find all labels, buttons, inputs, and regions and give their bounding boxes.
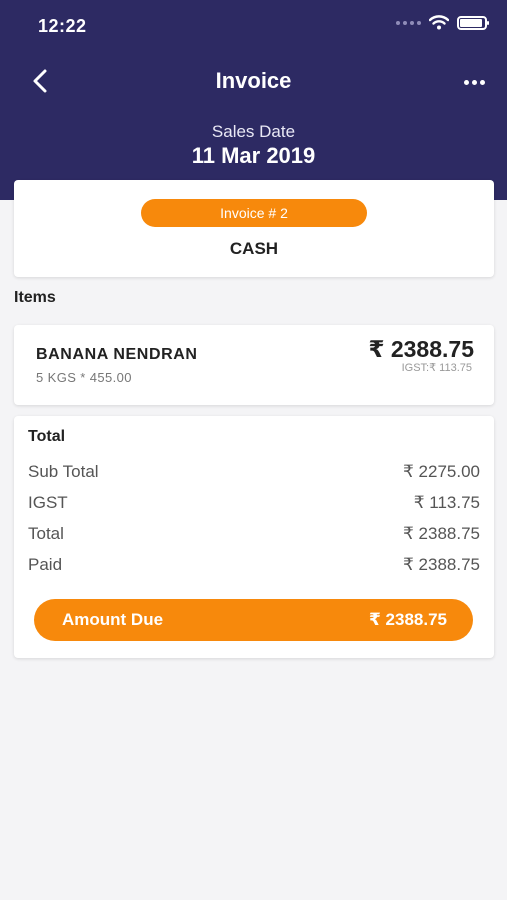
item-quantity: 5 KGS * 455.00 xyxy=(36,370,132,385)
paid-label: Paid xyxy=(28,555,63,574)
item-name: BANANA NENDRAN xyxy=(36,346,198,363)
subtotal-value: ₹ 2275.00 xyxy=(403,462,480,481)
amount-due-label: Amount Due xyxy=(62,610,164,629)
subtotal-label: Sub Total xyxy=(28,462,99,481)
subtotal-row: Sub Total ₹ 2275.00 xyxy=(28,462,480,484)
more-horizontal-icon xyxy=(463,79,469,85)
amount-due-button[interactable]: Amount Due ₹ 2388.75 xyxy=(34,599,473,641)
igst-row: IGST ₹ 113.75 xyxy=(28,493,480,515)
sales-date: 11 Mar 2019 xyxy=(191,143,316,168)
invoice-number-badge: Invoice # 2 xyxy=(141,199,367,227)
item-amount: ₹ 2388.75 xyxy=(368,336,474,362)
total-value: ₹ 2388.75 xyxy=(403,524,480,543)
page-title: Invoice xyxy=(215,68,292,93)
amount-due-value: ₹ 2388.75 xyxy=(368,610,447,629)
payment-mode: CASH xyxy=(229,239,279,258)
signal-icon xyxy=(396,20,421,25)
header: 12:22 Invoice Sales Date 11 Mar 2019 xyxy=(0,0,507,200)
igst-label: IGST xyxy=(28,493,68,512)
totals-title: Total xyxy=(28,428,66,445)
totals-card: Total Sub Total ₹ 2275.00 IGST ₹ 113.75 … xyxy=(14,416,494,658)
wifi-icon xyxy=(429,15,449,30)
igst-value: ₹ 113.75 xyxy=(413,493,480,512)
list-item[interactable]: BANANA NENDRAN 5 KGS * 455.00 ₹ 2388.75 … xyxy=(14,325,494,405)
total-label: Total xyxy=(28,524,64,543)
total-row: Total ₹ 2388.75 xyxy=(28,524,480,546)
invoice-summary-card: Invoice # 2 CASH xyxy=(14,180,494,277)
paid-row: Paid ₹ 2388.75 xyxy=(28,555,480,577)
battery-icon xyxy=(457,15,489,30)
sales-date-label: Sales Date xyxy=(211,122,296,141)
more-options-button[interactable] xyxy=(461,70,487,94)
status-time: 12:22 xyxy=(38,16,87,36)
status-icons xyxy=(396,15,489,30)
items-section-label: Items xyxy=(14,289,56,306)
paid-value: ₹ 2388.75 xyxy=(403,555,480,574)
item-tax: IGST:₹ 113.75 xyxy=(401,362,472,374)
